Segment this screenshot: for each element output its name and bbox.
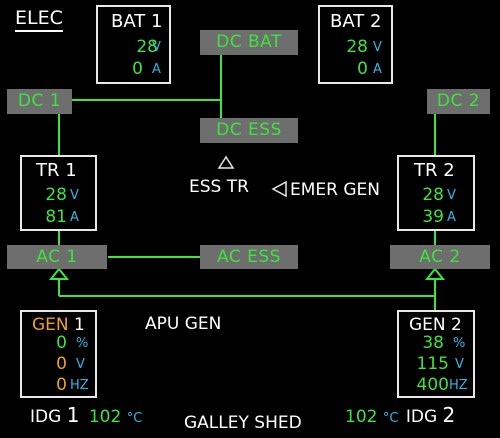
ac-ess-bus: AC ESS (200, 245, 298, 269)
gen2-load-unit: % (453, 336, 466, 351)
page-title: ELEC (15, 6, 63, 32)
tr1-volts-unit: V (70, 188, 79, 203)
tr1-amps-value: 81 (45, 207, 67, 227)
gen1-volts-unit: V (76, 357, 85, 372)
gen1-title-prefix: GEN (32, 315, 69, 335)
tr1-title: TR 1 (36, 160, 77, 181)
gen2-freq-value: 400 (416, 375, 449, 395)
idg2-label: IDG (405, 407, 438, 427)
apu-gen-label: APU GEN (145, 314, 222, 334)
bat2-amps-unit: A (373, 62, 382, 77)
idg1-num: 1 (66, 403, 80, 427)
dc2-bus: DC 2 (427, 89, 490, 114)
bat1-title: BAT 1 (111, 11, 163, 32)
idg1-readout: IDG 1 102 °C (30, 403, 142, 427)
dc1-bus: DC 1 (7, 89, 72, 114)
tr2-panel: TR 2 28 V 39 A (397, 155, 475, 231)
idg2-num: 2 (442, 403, 456, 427)
idg2-temp-unit: °C (382, 411, 399, 426)
gen2-title-prefix: GEN (409, 315, 446, 335)
ac1-bus: AC 1 (7, 245, 107, 269)
emer-gen-arrow-icon (271, 180, 287, 198)
gen2-volts-value: 115 (416, 354, 449, 374)
gen1-freq-value: 0 (56, 375, 67, 395)
ess-tr-label: ESS TR (189, 177, 249, 197)
bat1-amps-unit: A (152, 62, 161, 77)
gen1-freq-unit: HZ (70, 378, 89, 393)
bat1-amps-value: 0 (132, 59, 143, 79)
tr1-panel: TR 1 28 V 81 A (20, 155, 97, 231)
gen2-freq-unit: HZ (449, 378, 468, 393)
idg2-readout: 102 °C IDG 2 (345, 403, 455, 427)
gen1-panel: GEN 1 0 % 0 V 0 HZ (20, 310, 97, 398)
idg1-temp-value: 102 (88, 407, 122, 427)
tr2-volts-value: 28 (422, 185, 444, 205)
gen2-panel: GEN 2 38 % 115 V 400 HZ (397, 310, 475, 398)
gen1-load-value: 0 (56, 333, 67, 353)
dc-bat-bus: DC BAT (200, 30, 298, 55)
tr1-amps-unit: A (70, 210, 79, 225)
bat2-volts-value: 28 (346, 37, 368, 57)
gen1-volts-value: 0 (56, 354, 67, 374)
tr1-volts-value: 28 (45, 185, 67, 205)
bat2-panel: BAT 2 28 V 0 A (318, 5, 393, 84)
gen2-volts-unit: V (455, 357, 464, 372)
idg1-label: IDG (30, 407, 62, 427)
ac1-arrow-icon (48, 267, 70, 280)
emer-gen-label: EMER GEN (290, 180, 380, 200)
ess-tr-arrow-icon (217, 155, 235, 169)
bat2-amps-value: 0 (357, 59, 368, 79)
tr2-title: TR 2 (414, 160, 455, 181)
gen1-load-unit: % (76, 336, 89, 351)
gen2-title: GEN 2 (409, 315, 462, 335)
ac2-bus: AC 2 (390, 245, 490, 269)
bat1-volts-unit: V (152, 40, 161, 55)
tr2-volts-unit: V (447, 188, 456, 203)
tr2-amps-unit: A (447, 210, 456, 225)
dc-ess-bus: DC ESS (200, 118, 298, 143)
tr2-amps-value: 39 (422, 207, 444, 227)
idg2-temp-value: 102 (345, 407, 378, 427)
gen2-title-num: 2 (451, 315, 462, 335)
gen2-load-value: 38 (422, 333, 444, 353)
idg1-temp-unit: °C (126, 411, 143, 426)
bat2-title: BAT 2 (330, 11, 382, 32)
bat1-panel: BAT 1 28 V 0 A (96, 5, 171, 84)
gen1-title-num: 1 (74, 315, 85, 335)
gen1-title: GEN 1 (32, 315, 85, 335)
ac2-arrow-icon (424, 267, 446, 280)
galley-shed-label: GALLEY SHED (184, 413, 302, 433)
bat2-volts-unit: V (373, 40, 382, 55)
